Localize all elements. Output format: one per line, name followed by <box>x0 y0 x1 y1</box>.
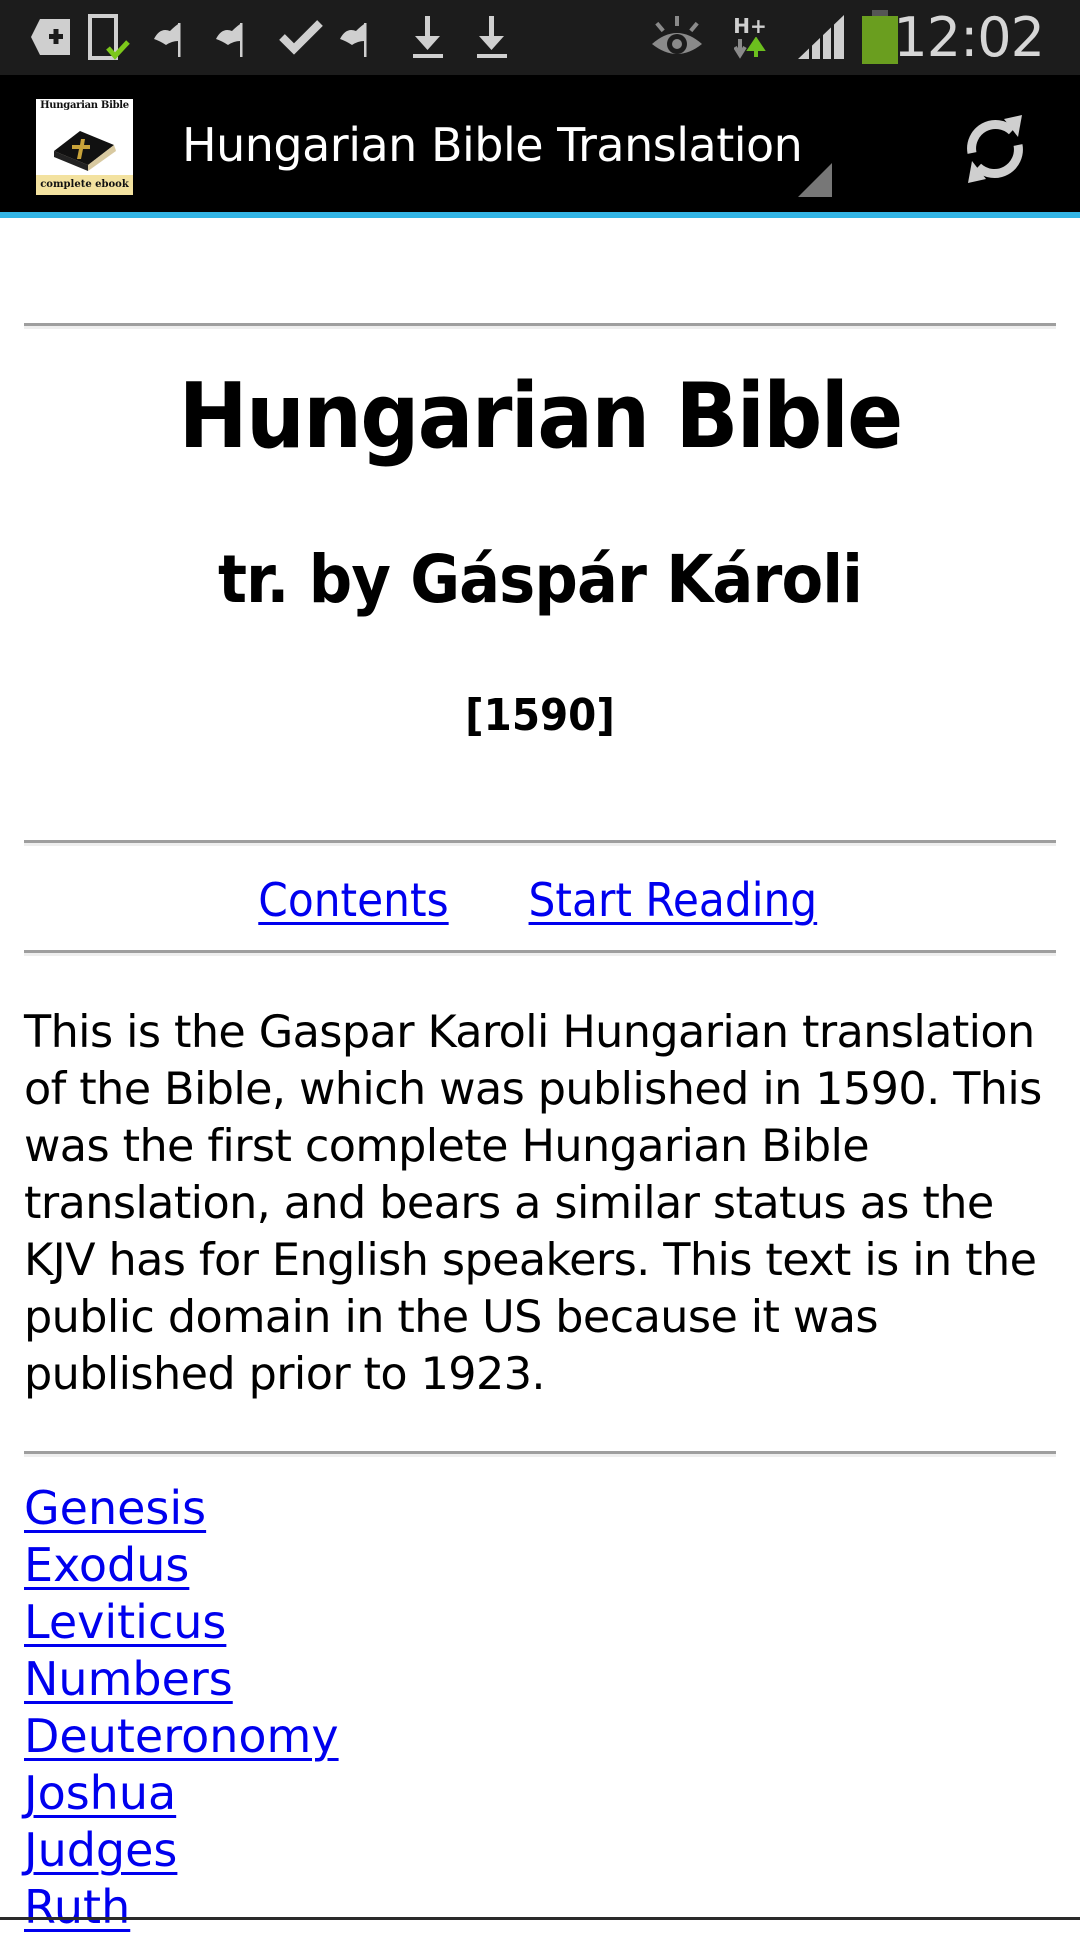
list-item: Joshua <box>24 1765 339 1822</box>
description-paragraph: This is the Gaspar Karoli Hungarian tran… <box>24 1007 1042 1400</box>
start-reading-link[interactable]: Start Reading <box>528 870 817 930</box>
divider <box>24 840 1056 846</box>
refresh-button[interactable] <box>955 109 1035 189</box>
list-item: Numbers <box>24 1651 339 1708</box>
signal-icon <box>796 12 846 62</box>
list-item: Genesis <box>24 1480 339 1537</box>
list-item: Judges <box>24 1822 339 1879</box>
network-type-label: H+ <box>733 14 767 38</box>
status-bar: H+ 12:02 <box>0 0 1080 75</box>
refresh-icon <box>967 115 1023 183</box>
download-icon <box>474 12 510 62</box>
check-icon <box>278 12 324 62</box>
book-link-leviticus[interactable]: Leviticus <box>24 1595 226 1649</box>
list-item: Ruth <box>24 1879 339 1936</box>
book-link-deuteronomy[interactable]: Deuteronomy <box>24 1709 339 1763</box>
book-link-exodus[interactable]: Exodus <box>24 1538 189 1592</box>
book-link-joshua[interactable]: Joshua <box>24 1766 176 1820</box>
phone-check-icon <box>88 12 132 62</box>
dropdown-indicator-icon[interactable] <box>798 163 832 197</box>
logo-bottom-text: complete ebook <box>36 175 133 195</box>
download-icon <box>410 12 446 62</box>
app-title[interactable]: Hungarian Bible Translation <box>182 115 803 175</box>
app-logo[interactable]: Hungarian Bible complete ebook <box>36 99 133 195</box>
eye-icon <box>650 12 704 62</box>
publication-year: [1590] <box>465 690 615 741</box>
list-item: Deuteronomy <box>24 1708 339 1765</box>
bible-book-icon <box>54 131 116 171</box>
book-list: Genesis Exodus Leviticus Numbers Deutero… <box>24 1480 339 1936</box>
book-link-ruth[interactable]: Ruth <box>24 1880 130 1934</box>
flag-icon <box>336 12 372 62</box>
add-tab-icon <box>30 12 72 62</box>
book-title: Hungarian Bible <box>178 364 904 469</box>
translator-subtitle: tr. by Gáspár Károli <box>217 541 863 618</box>
contents-link[interactable]: Contents <box>259 870 449 930</box>
divider <box>24 950 1056 956</box>
action-bar: Hungarian Bible complete ebook Hungarian… <box>0 75 1080 212</box>
divider <box>24 323 1056 329</box>
book-link-genesis[interactable]: Genesis <box>24 1481 206 1535</box>
book-link-judges[interactable]: Judges <box>24 1823 177 1877</box>
book-link-numbers[interactable]: Numbers <box>24 1652 233 1706</box>
list-item: Leviticus <box>24 1594 339 1651</box>
network-hplus-icon: H+ <box>730 12 770 62</box>
clock: 12:02 <box>893 6 1045 69</box>
flag-icon <box>212 12 248 62</box>
flag-icon <box>150 12 186 62</box>
divider <box>24 1451 1056 1457</box>
logo-top-text: Hungarian Bible <box>40 100 129 111</box>
list-item: Exodus <box>24 1537 339 1594</box>
action-bar-accent-line <box>0 212 1080 218</box>
nav-links: Contents Start Reading <box>24 870 1056 930</box>
